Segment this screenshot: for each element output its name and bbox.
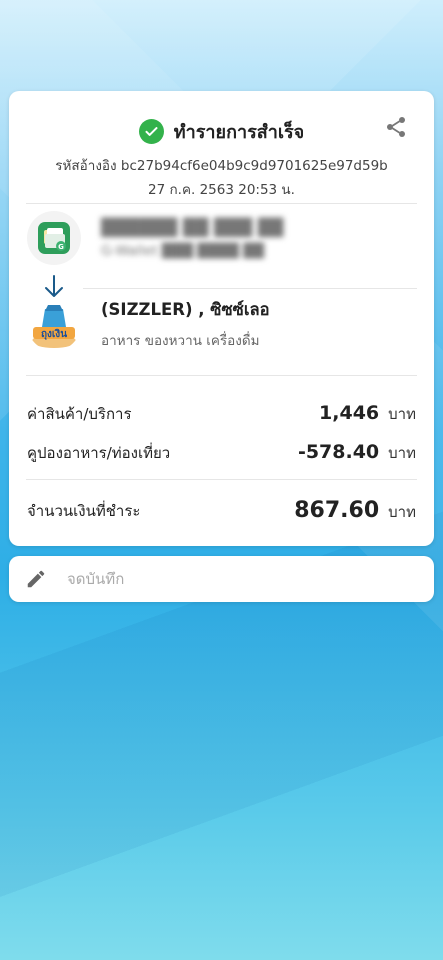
reference-id: รหัสอ้างอิง bc27b94cf6e04b9c9d9701625e97… (55, 158, 388, 174)
coupon-label: คูปองอาหาร/ท่องเที่ยว (27, 444, 171, 462)
goods-services-value: 1,446 บาท (319, 402, 416, 426)
receiver-info: (SIZZLER) , ซิซซ์เลอ อาหาร ของหวาน เครื่… (101, 297, 270, 351)
divider (83, 288, 417, 289)
currency-unit: บาท (388, 503, 416, 521)
status-title: ทำรายการสำเร็จ (173, 121, 305, 143)
divider (26, 203, 417, 204)
coupon-amount: -578.40 (297, 441, 380, 463)
currency-unit: บาท (388, 444, 416, 462)
goods-services-row: ค่าสินค้า/บริการ 1,446 บาท (27, 402, 416, 426)
note-field[interactable]: จดบันทึก (9, 556, 434, 602)
total-amount: 867.60 (294, 498, 380, 523)
share-button[interactable] (382, 113, 410, 141)
sender-name: ██████ ██ ███ ██ (101, 217, 284, 237)
total-label: จำนวนเงินที่ชำระ (27, 502, 141, 520)
sender-row: G ██████ ██ ███ ██ G-Wallet ███ ████ ██ (27, 211, 416, 265)
goods-services-label: ค่าสินค้า/บริการ (27, 405, 132, 423)
pencil-icon (27, 570, 45, 588)
divider (26, 479, 417, 480)
arrow-down-icon (45, 275, 63, 297)
total-value: 867.60 บาท (294, 498, 416, 524)
currency-unit: บาท (388, 405, 416, 423)
note-placeholder: จดบันทึก (67, 570, 125, 588)
merchant-name: (SIZZLER) , ซิซซ์เลอ (101, 300, 270, 319)
sender-info: ██████ ██ ███ ██ G-Wallet ███ ████ ██ (101, 218, 283, 259)
receipt-card: ทำรายการสำเร็จ รหัสอ้างอิง bc27b94cf6e04… (9, 91, 434, 546)
status-header: ทำรายการสำเร็จ (9, 117, 434, 145)
total-row: จำนวนเงินที่ชำระ 867.60 บาท (27, 497, 416, 525)
share-icon (387, 117, 405, 137)
receiver-row: ถุงเงิน (SIZZLER) , ซิซซ์เลอ อาหาร ของหว… (27, 297, 416, 351)
coupon-value: -578.40 บาท (298, 441, 416, 465)
check-icon (138, 118, 164, 144)
coupon-row: คูปองอาหาร/ท่องเที่ยว -578.40 บาท (27, 441, 416, 465)
merchant-category: อาหาร ของหวาน เครื่องดื่ม (101, 333, 260, 349)
sender-account: G-Wallet ███ ████ ██ (101, 242, 264, 259)
svg-text:ถุงเงิน: ถุงเงิน (41, 328, 67, 340)
thungngern-icon: ถุงเงิน (27, 297, 81, 351)
transaction-datetime: 27 ก.ค. 2563 20:53 น. (148, 182, 295, 198)
goods-services-amount: 1,446 (319, 402, 380, 424)
wallet-icon: G (27, 211, 81, 265)
divider (26, 375, 417, 376)
svg-text:G: G (58, 243, 64, 251)
